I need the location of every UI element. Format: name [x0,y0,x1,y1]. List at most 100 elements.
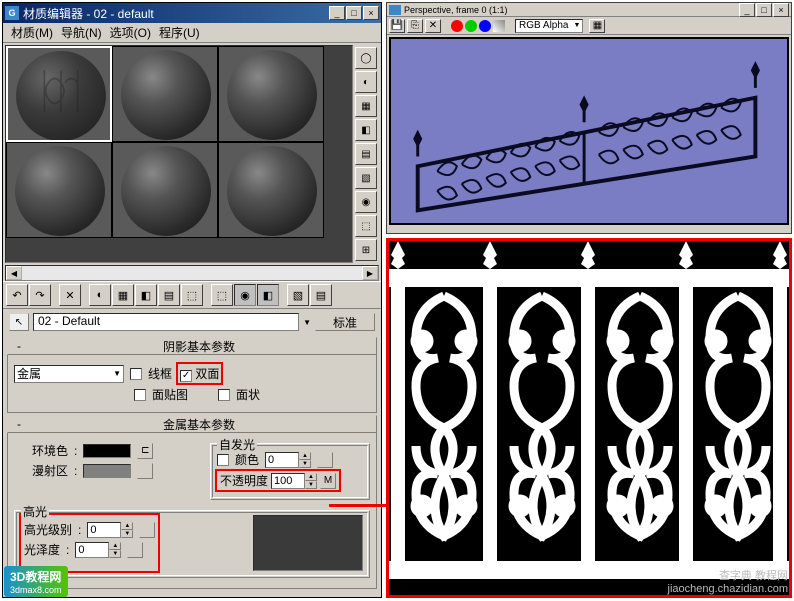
clear-icon[interactable]: ✕ [425,19,441,33]
green-channel-icon[interactable] [465,20,477,32]
faceted-checkbox[interactable] [218,389,230,401]
metal-rollout-header[interactable]: - 金属基本参数 [7,415,377,433]
sample-slot-3[interactable] [218,46,324,142]
scroll-left-button[interactable]: ◀ [6,266,22,280]
side-toolbar: ◯ ◐ ▦ ◧ ▤ ▧ ◉ ⬚ ⊞ [353,45,379,263]
viewport-titlebar[interactable]: Perspective, frame 0 (1:1) _ □ × [387,3,791,17]
opacity-highlight: 不透明度 ▲▼ M [215,469,341,492]
faceted-label: 面状 [236,386,260,403]
facemap-checkbox[interactable] [134,389,146,401]
spinner-down[interactable]: ▼ [305,481,317,489]
opacity-value-input[interactable] [271,473,305,489]
mat-map-nav-icon[interactable]: ⊞ [355,239,377,261]
menu-navigate[interactable]: 导航(N) [57,22,106,43]
clone-icon[interactable]: ⎘ [407,19,423,33]
spinner-up[interactable]: ▲ [305,473,317,481]
menu-utilities[interactable]: 程序(U) [155,22,204,43]
material-type-button[interactable]: 标准 [315,313,375,331]
blue-channel-icon[interactable] [479,20,491,32]
maximize-button[interactable]: □ [346,6,362,20]
alpha-channel-icon[interactable] [493,20,505,32]
spinner-up[interactable]: ▲ [121,522,133,530]
opacity-texture-preview [386,238,792,598]
delete-icon[interactable]: ✕ [59,284,81,306]
spec-level-label: 高光级别 [24,521,72,538]
backlight-icon[interactable]: ◐ [355,71,377,93]
red-channel-icon[interactable] [451,20,463,32]
color-checkbox[interactable] [217,454,229,466]
diffuse-map-button[interactable] [137,463,153,479]
titlebar[interactable]: G 材质编辑器 - 02 - default _ □ × [3,3,381,23]
sample-slot-6[interactable] [218,142,324,238]
go-parent-icon[interactable]: ▧ [287,284,309,306]
make-preview-icon[interactable]: ▧ [355,167,377,189]
channel-icon[interactable]: ▦ [589,19,605,33]
assign-icon[interactable]: ◐ [89,284,111,306]
put-to-scene-icon[interactable]: ↷ [29,284,51,306]
sample-slot-4[interactable] [6,142,112,238]
menu-options[interactable]: 选项(O) [106,22,155,43]
sample-slot-5[interactable] [112,142,218,238]
make-copy-icon[interactable]: ◧ [135,284,157,306]
vp-maximize-button[interactable]: □ [756,3,772,17]
wire-checkbox[interactable] [130,368,142,380]
facemap-label: 面贴图 [152,386,188,403]
sample-slot-1[interactable] [6,46,112,142]
get-material-icon[interactable]: ↶ [6,284,28,306]
spec-level-input[interactable] [87,522,121,538]
menu-material[interactable]: 材质(M) [7,22,57,43]
sample-h-scrollbar[interactable]: ◀ ▶ [5,265,379,281]
material-name-field[interactable]: 02 - Default [33,313,299,331]
wire-label: 线框 [148,365,172,382]
sample-area: ◯ ◐ ▦ ◧ ▤ ▧ ◉ ⬚ ⊞ [3,43,381,265]
spinner-down[interactable]: ▼ [299,460,311,468]
watermark-right: 查字典 教程网 jiaocheng.chazidian.com [668,567,788,595]
show-map-icon[interactable]: ◉ [234,284,256,306]
shader-rollout-header[interactable]: - 阴影基本参数 [7,337,377,355]
spinner-up[interactable]: ▲ [109,542,121,550]
sample-uv-icon[interactable]: ◧ [355,119,377,141]
annotation-connector-line [329,504,389,507]
minimize-button[interactable]: _ [329,6,345,20]
spinner-down[interactable]: ▼ [121,530,133,538]
render-viewport[interactable] [389,37,789,225]
select-by-mat-icon[interactable]: ⬚ [355,215,377,237]
sample-slot-2[interactable] [112,46,218,142]
opacity-map-button[interactable]: M [320,473,336,489]
spec-level-map-button[interactable] [139,522,155,538]
display-mode-dropdown[interactable]: RGB Alpha [515,19,583,33]
scroll-right-button[interactable]: ▶ [362,266,378,280]
ambient-swatch[interactable] [83,444,131,458]
vp-close-button[interactable]: × [773,3,789,17]
diffuse-swatch[interactable] [83,464,131,478]
color-label: 颜色 [235,451,259,468]
save-icon[interactable]: 💾 [389,19,405,33]
put-library-icon[interactable]: ⬚ [181,284,203,306]
sample-sphere [16,51,106,141]
options-icon[interactable]: ◉ [355,191,377,213]
render-viewport-window: Perspective, frame 0 (1:1) _ □ × 💾 ⎘ ✕ R… [386,2,792,234]
glossiness-input[interactable] [75,542,109,558]
glossiness-map-button[interactable] [127,542,143,558]
material-toolbar: ↶ ↷ ✕ ◐ ▦ ◧ ▤ ⬚ ⬚ ◉ ◧ ▧ ▤ [3,281,381,309]
diffuse-label: 漫射区 [32,462,68,479]
pick-material-button[interactable]: ↖ [9,313,29,331]
go-forward-icon[interactable]: ▤ [310,284,332,306]
vp-minimize-button[interactable]: _ [739,3,755,17]
show-end-icon[interactable]: ◧ [257,284,279,306]
close-button[interactable]: × [363,6,379,20]
shader-dropdown[interactable]: 金属▼ [14,365,124,383]
spinner-down[interactable]: ▼ [109,550,121,558]
spinner-up[interactable]: ▲ [299,452,311,460]
reset-icon[interactable]: ▦ [112,284,134,306]
selfillum-value-input[interactable] [265,452,299,468]
ambient-lock-icon[interactable]: ⊏ [137,443,153,459]
sample-type-icon[interactable]: ◯ [355,47,377,69]
two-sided-highlight: 双面 [176,362,223,385]
two-sided-checkbox[interactable] [180,370,192,382]
selfillum-map-button[interactable] [317,452,333,468]
make-unique-icon[interactable]: ▤ [158,284,180,306]
background-icon[interactable]: ▦ [355,95,377,117]
material-id-icon[interactable]: ⬚ [211,284,233,306]
video-check-icon[interactable]: ▤ [355,143,377,165]
